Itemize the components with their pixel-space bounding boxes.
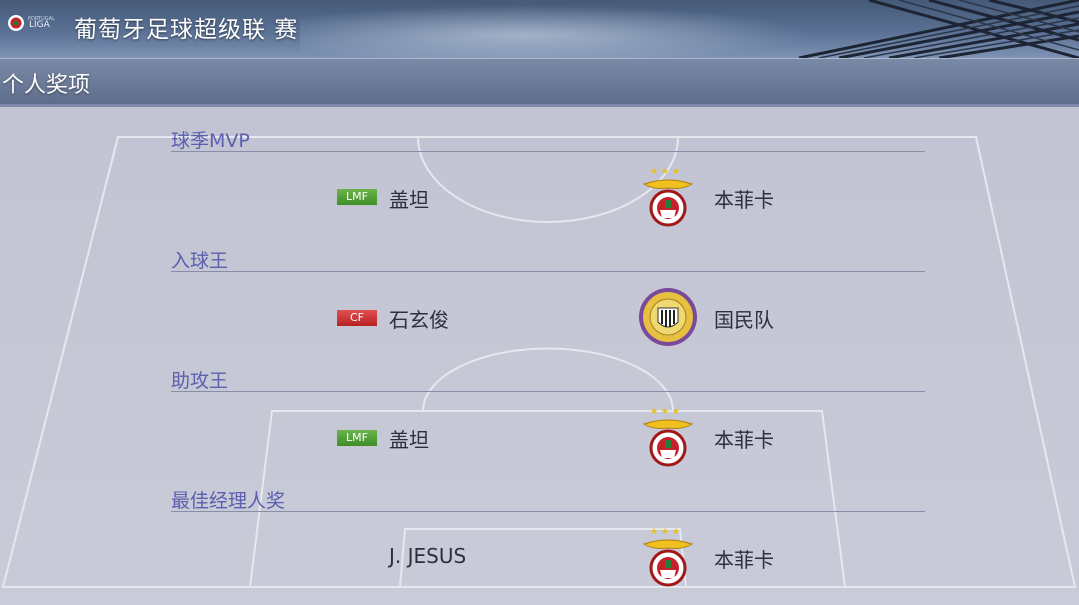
award-label-top-scorer: 入球王 — [171, 250, 229, 272]
position-badge: CF — [337, 310, 377, 326]
award-label-assist-leader: 助攻王 — [171, 370, 229, 392]
section-header: 个人奖项 — [0, 58, 1079, 105]
benfica-crest-icon: ★ ★ ★ — [638, 166, 698, 228]
benfica-crest-icon: ★ ★ ★ — [638, 406, 698, 468]
award-label-mvp: 球季MVP — [171, 130, 250, 152]
player-name[interactable]: 盖坦 — [389, 184, 429, 213]
player-name[interactable]: 盖坦 — [389, 424, 429, 453]
svg-text:★ ★ ★: ★ ★ ★ — [650, 167, 680, 177]
pitch-lines — [1, 136, 1077, 588]
club-name[interactable]: 国民队 — [714, 304, 774, 333]
position-badge: LMF — [337, 430, 377, 446]
liga-logo: PORTUGAL LIGA — [6, 11, 60, 35]
award-rule — [171, 511, 925, 512]
award-rule — [171, 271, 925, 272]
page-title: 葡萄牙足球超级联 赛 — [74, 17, 299, 43]
club-name[interactable]: 本菲卡 — [714, 424, 774, 453]
benfica-crest-icon: ★ ★ ★ — [638, 526, 698, 588]
club-name[interactable]: 本菲卡 — [714, 544, 774, 573]
sky-background — [300, 0, 860, 58]
pitch-background — [0, 107, 1079, 605]
liga-logo-text: LIGA — [29, 20, 50, 30]
national-team-crest-icon — [638, 286, 698, 348]
award-label-best-manager: 最佳经理人奖 — [171, 490, 286, 512]
svg-text:★ ★ ★: ★ ★ ★ — [650, 407, 680, 417]
position-badge: LMF — [337, 189, 377, 205]
top-banner: PORTUGAL LIGA 葡萄牙足球超级联 赛 — [0, 0, 1079, 58]
award-rule — [171, 391, 925, 392]
section-title: 个人奖项 — [2, 73, 91, 98]
stadium-roof-graphic — [798, 0, 1079, 58]
club-name[interactable]: 本菲卡 — [714, 184, 774, 213]
player-name[interactable]: 石玄俊 — [389, 304, 449, 333]
award-rule — [171, 151, 925, 152]
manager-name[interactable]: J. JESUS — [389, 544, 466, 568]
svg-text:★ ★ ★: ★ ★ ★ — [650, 527, 680, 537]
